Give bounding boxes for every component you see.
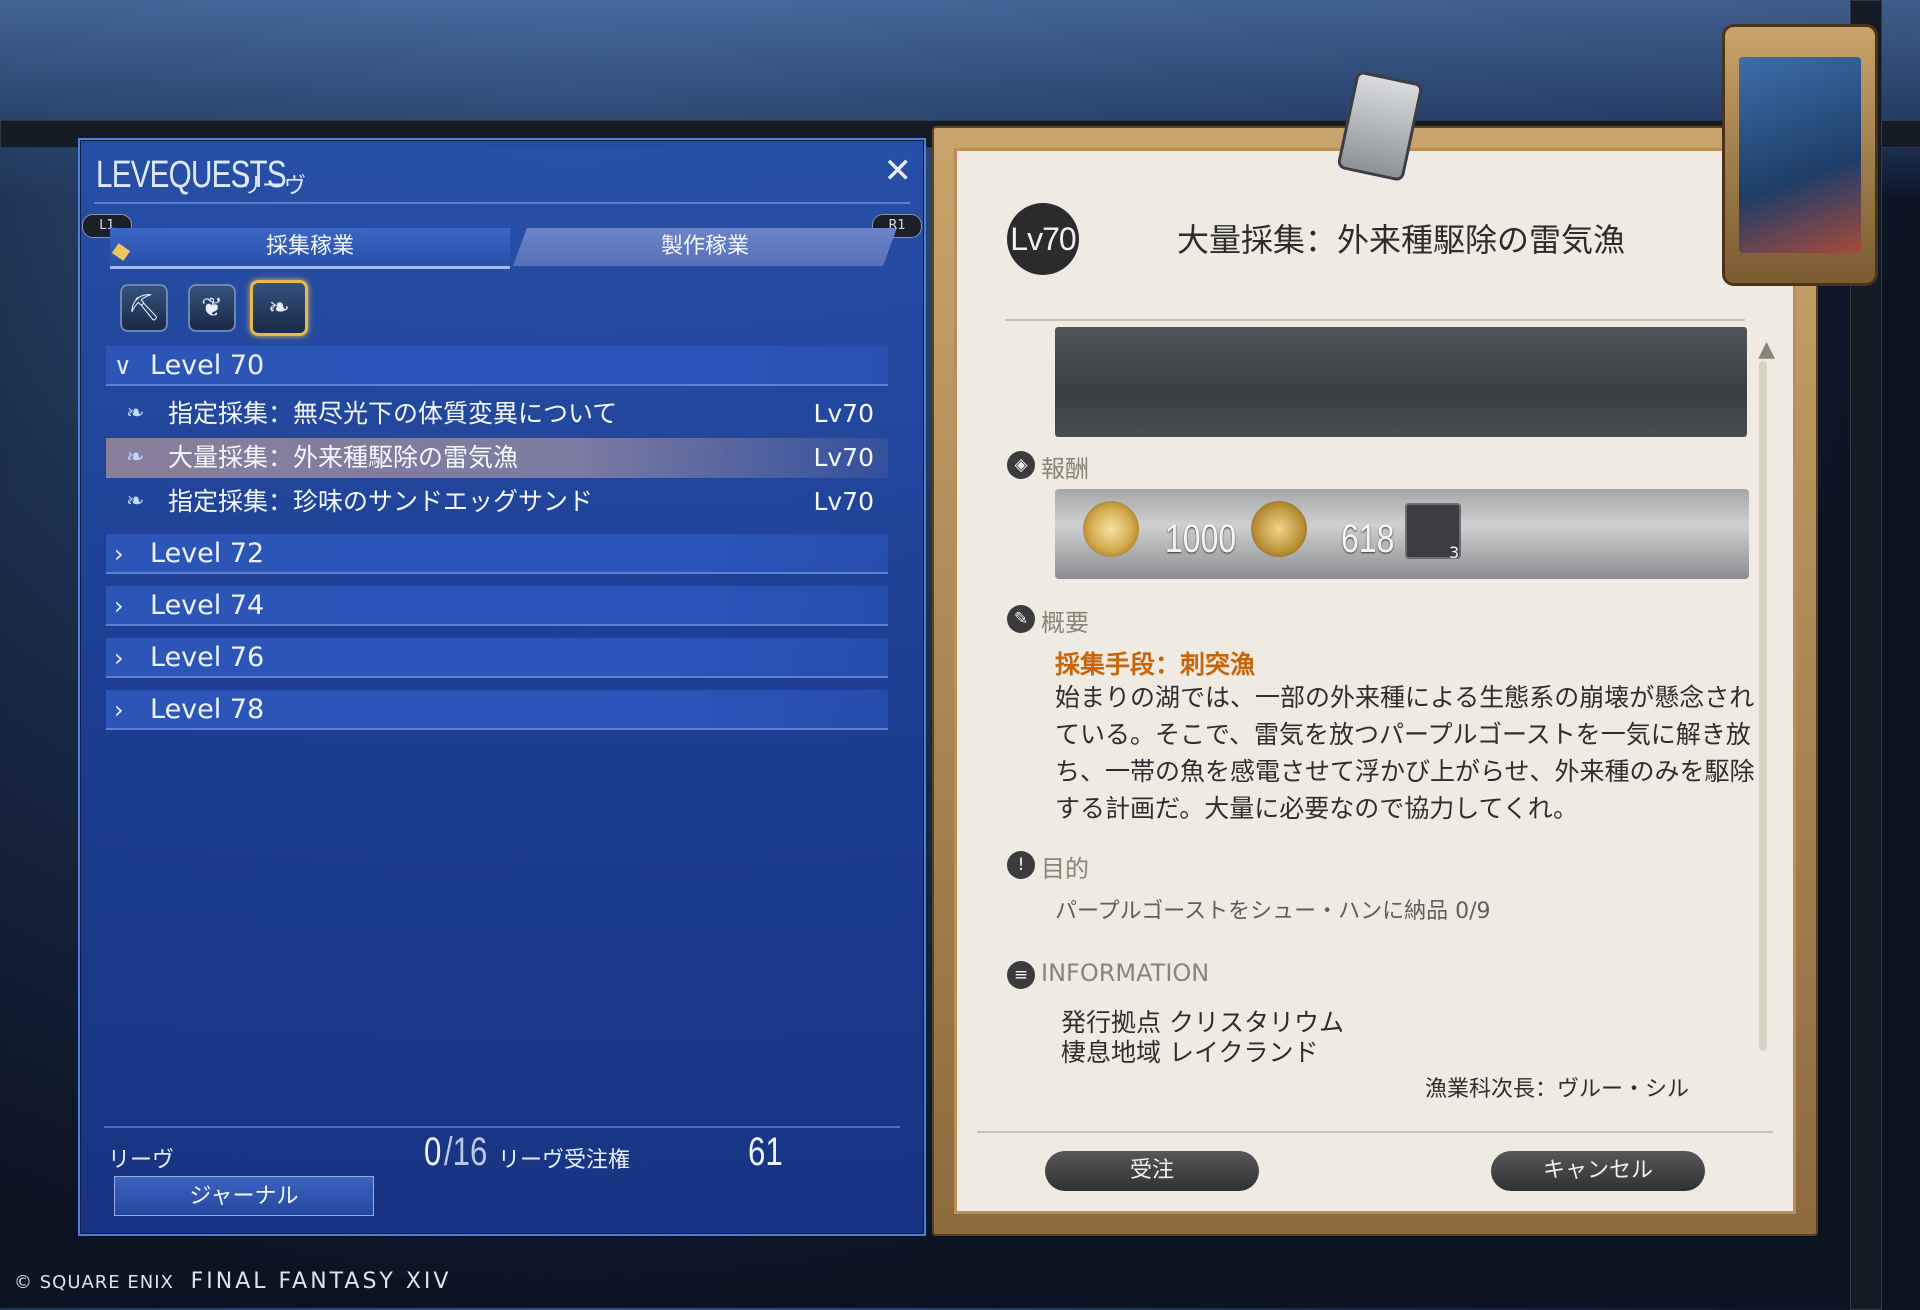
leve-allowance-value: 61: [748, 1130, 783, 1174]
detail-parchment: Lv70 大量採集：外来種駆除の雷気漁 ◈ 報酬 1000 618 3 ✎ 概要…: [954, 148, 1796, 1214]
level-group-label: Level 70: [150, 350, 265, 381]
character-card-art: [1722, 24, 1878, 286]
quest-level: Lv70: [813, 487, 874, 516]
cancel-button[interactable]: キャンセル: [1491, 1151, 1705, 1191]
level-group-label: Level 74: [150, 590, 265, 621]
information-label: INFORMATION: [1041, 959, 1210, 987]
panel-subtitle: リーヴ: [240, 174, 307, 199]
tab-crafting-label: 製作稼業: [660, 234, 749, 259]
chevron-right-icon: ›: [114, 644, 124, 672]
quest-level: Lv70: [813, 443, 874, 472]
title-divider: [94, 202, 910, 204]
leve-description: 始まりの湖では、一部の外来種による生態系の崩壊が懸念されている。そこで、雷気を放…: [1055, 683, 1755, 823]
leve-allowance-label: リーヴ受注権: [498, 1148, 631, 1173]
chevron-right-icon: ›: [114, 540, 124, 568]
tab-crafting[interactable]: 製作稼業: [513, 228, 897, 266]
fishing-leve-icon: ❧: [126, 445, 145, 470]
chevron-right-icon: ›: [114, 592, 124, 620]
leve-issuer: 漁業科次長：ヴルー・シル: [1424, 1077, 1689, 1102]
reward-exp: 1000: [1165, 517, 1237, 561]
quest-name: 指定採集：無尽光下の体質変異について: [168, 399, 618, 428]
leve-detail-panel: Lv70 大量採集：外来種駆除の雷気漁 ◈ 報酬 1000 618 3 ✎ 概要…: [932, 126, 1818, 1236]
game-logo-text: FINAL FANTASY XIV: [190, 1269, 452, 1294]
miner-icon[interactable]: ⛏: [120, 284, 168, 332]
footer-divider: [104, 1126, 900, 1128]
fisher-icon[interactable]: ❧: [250, 280, 308, 336]
level-group-72[interactable]: › Level 72: [106, 534, 888, 574]
objective-label: 目的: [1041, 855, 1089, 883]
quest-row[interactable]: ❧ 指定採集：珍味のサンドエッグサンド Lv70: [106, 482, 888, 522]
gathering-method: 採集手段：刺突漁: [1055, 650, 1256, 679]
objective-text: パープルゴーストをシュー・ハンに納品 0/9: [1055, 899, 1491, 924]
objective-icon: !: [1007, 851, 1035, 879]
quest-name: 指定採集：珍味のサンドエッグサンド: [168, 487, 594, 516]
accept-button[interactable]: 受注: [1045, 1151, 1259, 1191]
tab-gathering[interactable]: 採集稼業: [110, 228, 510, 269]
copyright-notice: © SQUARE ENIX FINAL FANTASY XIV: [14, 1269, 451, 1294]
fishing-leve-icon: ❧: [126, 489, 145, 514]
habitat-region: 棲息地域 レイクランド: [1061, 1038, 1319, 1067]
levequest-panel: LEVEQUESTS リーヴ ✕ L1 R1 採集稼業 製作稼業 ⛏ ❦ ❧ ∨…: [78, 138, 926, 1236]
leve-banner-image: [1055, 327, 1747, 437]
exp-icon: [1083, 501, 1139, 557]
level-group-78[interactable]: › Level 78: [106, 690, 888, 730]
level-group-74[interactable]: › Level 74: [106, 586, 888, 626]
quest-name: 大量採集：外来種駆除の雷気漁: [168, 443, 519, 472]
card-illustration: [1739, 57, 1861, 253]
title-divider: [1005, 319, 1745, 321]
chevron-right-icon: ›: [114, 696, 124, 724]
level-group-70[interactable]: ∨ Level 70: [106, 346, 888, 386]
reward-item-count: 3: [1449, 543, 1460, 562]
reward-icon: ◈: [1007, 451, 1035, 479]
leve-title: 大量採集：外来種駆除の雷気漁: [1177, 221, 1626, 259]
level-group-label: Level 76: [150, 642, 265, 673]
reward-box: 1000 618 3: [1055, 489, 1749, 579]
level-group-76[interactable]: › Level 76: [106, 638, 888, 678]
gil-icon: [1251, 501, 1307, 557]
information-icon: ≡: [1007, 961, 1035, 989]
leve-label: リーヴ: [108, 1148, 175, 1173]
journal-button[interactable]: ジャーナル: [114, 1176, 374, 1216]
level-group-label: Level 78: [150, 694, 265, 725]
fishing-leve-icon: ❧: [126, 401, 145, 426]
level-badge: Lv70: [1007, 203, 1079, 275]
rewards-label: 報酬: [1041, 455, 1089, 483]
summary-label: 概要: [1041, 609, 1089, 637]
summary-icon: ✎: [1007, 605, 1035, 633]
quest-level: Lv70: [813, 399, 874, 428]
footer-divider: [977, 1131, 1773, 1133]
scroll-up-icon[interactable]: ▲: [1758, 337, 1775, 362]
scrollbar[interactable]: [1759, 361, 1767, 1051]
botanist-icon[interactable]: ❦: [188, 284, 236, 332]
quest-row[interactable]: ❧ 指定採集：無尽光下の体質変異について Lv70: [106, 394, 888, 434]
close-icon[interactable]: ✕: [884, 154, 913, 188]
quest-row-selected[interactable]: ❧ 大量採集：外来種駆除の雷気漁 Lv70: [106, 438, 888, 478]
copyright-company: © SQUARE ENIX: [14, 1272, 174, 1293]
reward-gil[interactable]: 618: [1341, 517, 1394, 562]
leve-max: /16: [444, 1130, 488, 1174]
leve-count: 0: [424, 1130, 442, 1174]
level-group-label: Level 72: [150, 538, 265, 569]
chevron-down-icon: ∨: [114, 352, 132, 380]
